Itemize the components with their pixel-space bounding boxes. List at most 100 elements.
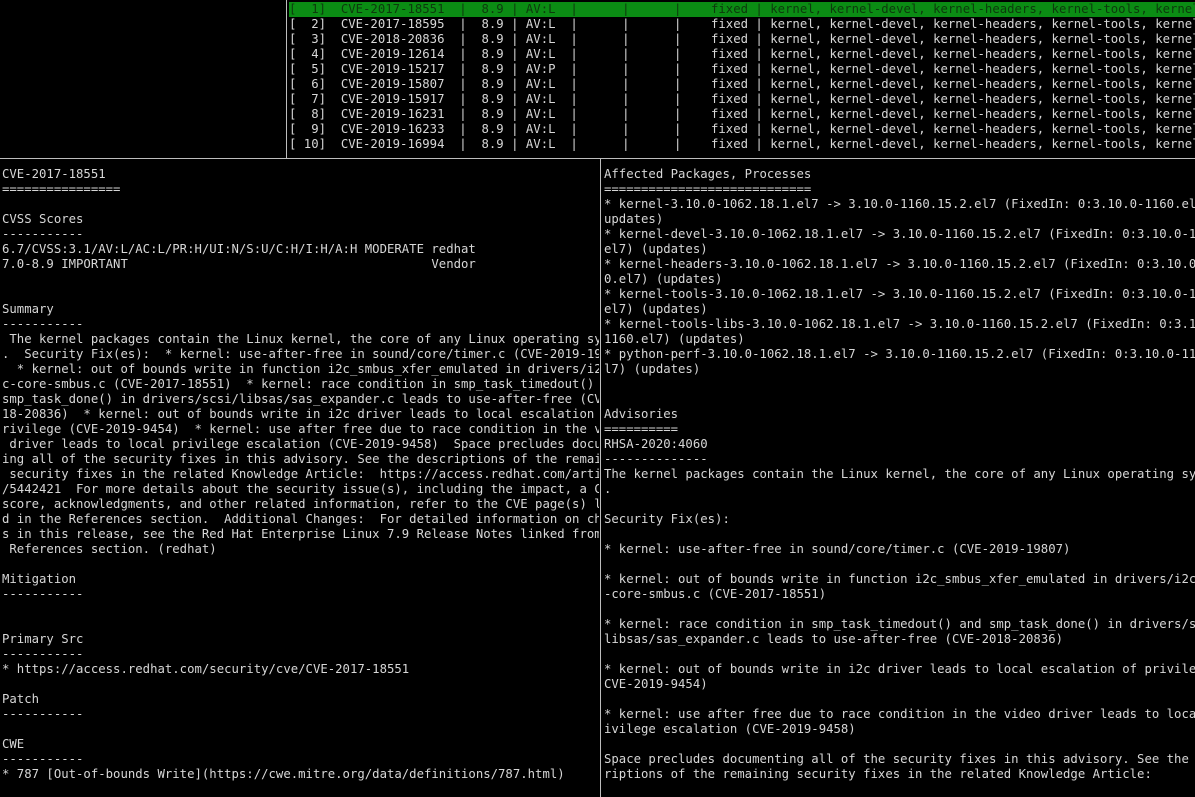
- detail-line: Mitigation: [2, 572, 77, 586]
- cve-list-row[interactable]: [ 3] CVE-2018-20836 | 8.9 | AV:L | | | f…: [289, 32, 1195, 47]
- cve-list-row[interactable]: [ 8] CVE-2019-16231 | 8.9 | AV:L | | | f…: [289, 107, 1195, 122]
- detail-line: /5442421 For more details about the secu…: [2, 482, 599, 496]
- changelog-line: [604, 737, 1195, 752]
- detail-line: [2, 722, 599, 737]
- detail-line: [2, 677, 599, 692]
- cve-list-row[interactable]: [ 2] CVE-2017-18595 | 8.9 | AV:L | | | f…: [289, 17, 1195, 32]
- detail-line: security fixes in the related Knowledge …: [2, 467, 599, 481]
- detail-line: smp_task_done() in drivers/scsi/libsas/s…: [2, 392, 599, 406]
- detail-line: -----------: [2, 587, 84, 601]
- changelog-line: [604, 692, 1195, 707]
- changelog-line: ivilege escalation (CVE-2019-9458): [604, 722, 856, 736]
- changelog-line: * kernel: out of bounds write in i2c dri…: [604, 662, 1195, 676]
- detail-line: 18-20836) * kernel: out of bounds write …: [2, 407, 599, 421]
- changelog-line: 1160.el7) (updates): [604, 332, 745, 346]
- changelog-pane[interactable]: Affected Packages, Processes ============…: [604, 167, 1195, 797]
- changelog-line: * python-perf-3.10.0-1062.18.1.el7 -> 3.…: [604, 347, 1195, 361]
- changelog-line: ==========: [604, 422, 679, 436]
- cve-list-row[interactable]: [ 9] CVE-2019-16233 | 8.9 | AV:L | | | f…: [289, 122, 1195, 137]
- detail-line: * kernel: out of bounds write in functio…: [2, 362, 599, 376]
- changelog-line: riptions of the remaining security fixes…: [604, 767, 1152, 781]
- changelog-line: RHSA-2020:4060: [604, 437, 708, 451]
- changelog-line: el7) (updates): [604, 242, 708, 256]
- detail-line: 6.7/CVSS:3.1/AV:L/AC:L/PR:H/UI:N/S:U/C:H…: [2, 242, 476, 256]
- changelog-line: Security Fix(es):: [604, 512, 730, 526]
- changelog-line: [604, 647, 1195, 662]
- changelog-line: Space precludes documenting all of the s…: [604, 752, 1195, 766]
- detail-line: [2, 272, 599, 287]
- changelog-line: [604, 557, 1195, 572]
- changelog-line: * kernel-headers-3.10.0-1062.18.1.el7 ->…: [604, 257, 1195, 271]
- changelog-line: ============================: [604, 182, 812, 196]
- changelog-line: [604, 602, 1195, 617]
- changelog-line: --------------: [604, 452, 708, 466]
- changelog-line: * kernel-devel-3.10.0-1062.18.1.el7 -> 3…: [604, 227, 1195, 241]
- changelog-line: * kernel-tools-libs-3.10.0-1062.18.1.el7…: [604, 317, 1195, 331]
- detail-line: [2, 617, 599, 632]
- changelog-line: Advisories: [604, 407, 679, 421]
- detail-line: [2, 197, 599, 212]
- cve-list-pane[interactable]: [ 1] CVE-2017-18551 | 8.9 | AV:L | | | f…: [289, 2, 1195, 155]
- detail-line: The kernel packages contain the Linux ke…: [2, 332, 599, 346]
- server-list-item[interactable]: localhost (centos7.7.1908): [0, 2, 285, 17]
- changelog-line: CVE-2019-9454): [604, 677, 708, 691]
- cve-list-row[interactable]: [ 4] CVE-2019-12614 | 8.9 | AV:L | | | f…: [289, 47, 1195, 62]
- detail-line: ================: [2, 182, 121, 196]
- detail-line: CVE-2017-18551: [2, 167, 106, 181]
- detail-line: CVSS Scores: [2, 212, 84, 226]
- detail-line: 7.0-8.9 IMPORTANT Vendor: [2, 257, 476, 271]
- changelog-line: The kernel packages contain the Linux ke…: [604, 467, 1195, 481]
- pane-separator-vertical-bottom[interactable]: [600, 159, 601, 797]
- detail-line: rivilege (CVE-2019-9454) * kernel: use a…: [2, 422, 599, 436]
- detail-line: Primary Src: [2, 632, 84, 646]
- cve-list-row[interactable]: [ 5] CVE-2019-15217 | 8.9 | AV:P | | | f…: [289, 62, 1195, 77]
- changelog-line: [604, 497, 1195, 512]
- detail-line: References section. (redhat): [2, 542, 217, 556]
- pane-separator-vertical-top[interactable]: [286, 0, 287, 158]
- detail-line: -----------: [2, 317, 84, 331]
- changelog-line: [604, 527, 1195, 542]
- detail-line: c-core-smbus.c (CVE-2017-18551) * kernel…: [2, 377, 599, 391]
- detail-line: ing all of the security fixes in this ad…: [2, 452, 599, 466]
- changelog-line: -core-smbus.c (CVE-2017-18551): [604, 587, 827, 601]
- detail-line: * https://access.redhat.com/security/cve…: [2, 662, 410, 676]
- changelog-line: l7) (updates): [604, 362, 701, 376]
- detail-line: Summary: [2, 302, 54, 316]
- changelog-line: [604, 377, 1195, 392]
- detail-line: Patch: [2, 692, 40, 706]
- changelog-line: * kernel: use-after-free in sound/core/t…: [604, 542, 1071, 556]
- changelog-line: Affected Packages, Processes: [604, 167, 812, 181]
- changelog-line: * kernel-tools-3.10.0-1062.18.1.el7 -> 3…: [604, 287, 1195, 301]
- changelog-line: * kernel: out of bounds write in functio…: [604, 572, 1195, 586]
- changelog-line: [604, 392, 1195, 407]
- detail-line: s in this release, see the Red Hat Enter…: [2, 527, 599, 541]
- server-list-pane[interactable]: localhost (centos7.7.1908): [0, 2, 285, 155]
- detail-line: d in the References section. Additional …: [2, 512, 599, 526]
- detail-line: -----------: [2, 752, 84, 766]
- detail-line: score, acknowledgments, and other relate…: [2, 497, 599, 511]
- detail-line: [2, 287, 599, 302]
- detail-line: [2, 602, 599, 617]
- changelog-line: 0.el7) (updates): [604, 272, 723, 286]
- changelog-line: * kernel: use after free due to race con…: [604, 707, 1195, 721]
- detail-line: driver leads to local privilege escalati…: [2, 437, 599, 451]
- detail-line: CWE: [2, 737, 25, 751]
- detail-line: -----------: [2, 647, 84, 661]
- cve-list-row[interactable]: [ 1] CVE-2017-18551 | 8.9 | AV:L | | | f…: [289, 2, 1195, 17]
- detail-line: * 787 [Out-of-bounds Write](https://cwe.…: [2, 767, 565, 781]
- cve-list-row[interactable]: [ 6] CVE-2019-15807 | 8.9 | AV:L | | | f…: [289, 77, 1195, 92]
- cve-list-row[interactable]: [ 7] CVE-2019-15917 | 8.9 | AV:L | | | f…: [289, 92, 1195, 107]
- changelog-line: libsas/sas_expander.c leads to use-after…: [604, 632, 1064, 646]
- detail-line: -----------: [2, 227, 84, 241]
- changelog-line: * kernel: race condition in smp_task_tim…: [604, 617, 1195, 631]
- changelog-line: updates): [604, 212, 664, 226]
- detail-line: . Security Fix(es): * kernel: use-after-…: [2, 347, 599, 361]
- cve-detail-pane[interactable]: CVE-2017-18551 ================ CVSS Score…: [2, 167, 599, 797]
- detail-line: [2, 557, 599, 572]
- changelog-line: el7) (updates): [604, 302, 708, 316]
- cve-list-row[interactable]: [ 10] CVE-2019-16994 | 8.9 | AV:L | | | …: [289, 137, 1195, 152]
- pane-separator-horizontal[interactable]: [0, 158, 1195, 159]
- changelog-line: * kernel-3.10.0-1062.18.1.el7 -> 3.10.0-…: [604, 197, 1195, 211]
- changelog-line: .: [604, 482, 612, 496]
- detail-line: -----------: [2, 707, 84, 721]
